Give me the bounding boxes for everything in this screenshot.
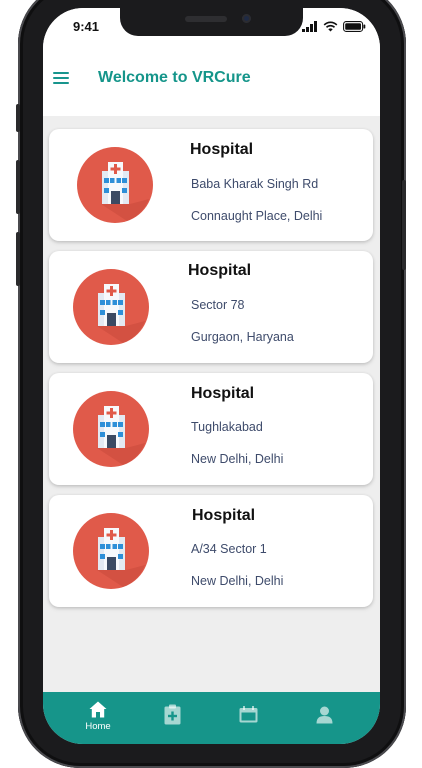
phone-mute-switch [16, 104, 20, 132]
nav-medical-records[interactable] [143, 692, 203, 744]
hospital-address-line1: Tughlakabad [191, 420, 263, 434]
phone-volume-down [16, 232, 20, 286]
hospital-building-icon [73, 513, 149, 589]
hospital-address-line2: New Delhi, Delhi [191, 574, 284, 588]
phone-power-button [402, 180, 406, 270]
hospital-building-icon [73, 269, 149, 345]
app-bar: Welcome to VRCure [43, 44, 380, 116]
hospital-address-line1: Baba Kharak Singh Rd [191, 177, 319, 191]
calendar-icon [239, 706, 258, 723]
hospital-card[interactable]: Hospital Tughlakabad New Delhi, Delhi [49, 373, 373, 485]
status-icons [302, 21, 366, 32]
phone-notch [120, 8, 303, 36]
hospital-name: Hospital [191, 385, 255, 402]
home-icon [89, 701, 107, 718]
hospital-card[interactable]: Hospital A/34 Sector 1 New Delhi, Delhi [49, 495, 373, 607]
speaker-grille [185, 16, 227, 22]
battery-icon [343, 21, 366, 32]
bottom-navigation: Home [43, 692, 380, 744]
hospital-address-line1: A/34 Sector 1 [191, 542, 267, 556]
hospital-address-line2: Connaught Place, Delhi [191, 209, 323, 223]
hospital-address-line1: Sector 78 [191, 298, 245, 312]
wifi-icon [323, 21, 338, 32]
hospital-card[interactable]: Hospital Sector 78 Gurgaon, Haryana [49, 251, 373, 363]
phone-screen: 9:41 Welcome to VRCure Hospital Baba Kha… [43, 8, 380, 744]
hospital-building-icon [77, 147, 153, 223]
phone-volume-up [16, 160, 20, 214]
hamburger-menu-icon[interactable] [53, 70, 71, 86]
hospital-address-line2: Gurgaon, Haryana [191, 330, 294, 344]
nav-profile[interactable] [294, 692, 354, 744]
medical-clipboard-icon [164, 704, 181, 725]
hospital-name: Hospital [190, 141, 254, 158]
cellular-signal-icon [302, 21, 317, 32]
status-time: 9:41 [73, 19, 100, 34]
hospital-card[interactable]: Hospital Baba Kharak Singh Rd Connaught … [49, 129, 373, 241]
nav-home-label: Home [85, 721, 111, 732]
nav-home[interactable]: Home [68, 692, 128, 744]
hospital-building-icon [73, 391, 149, 467]
nav-calendar[interactable] [219, 692, 279, 744]
profile-icon [316, 706, 333, 724]
hospital-address-line2: New Delhi, Delhi [191, 452, 284, 466]
app-title: Welcome to VRCure [98, 69, 251, 86]
hospital-name: Hospital [192, 507, 256, 524]
front-camera [242, 14, 251, 23]
hospital-name: Hospital [188, 262, 252, 279]
